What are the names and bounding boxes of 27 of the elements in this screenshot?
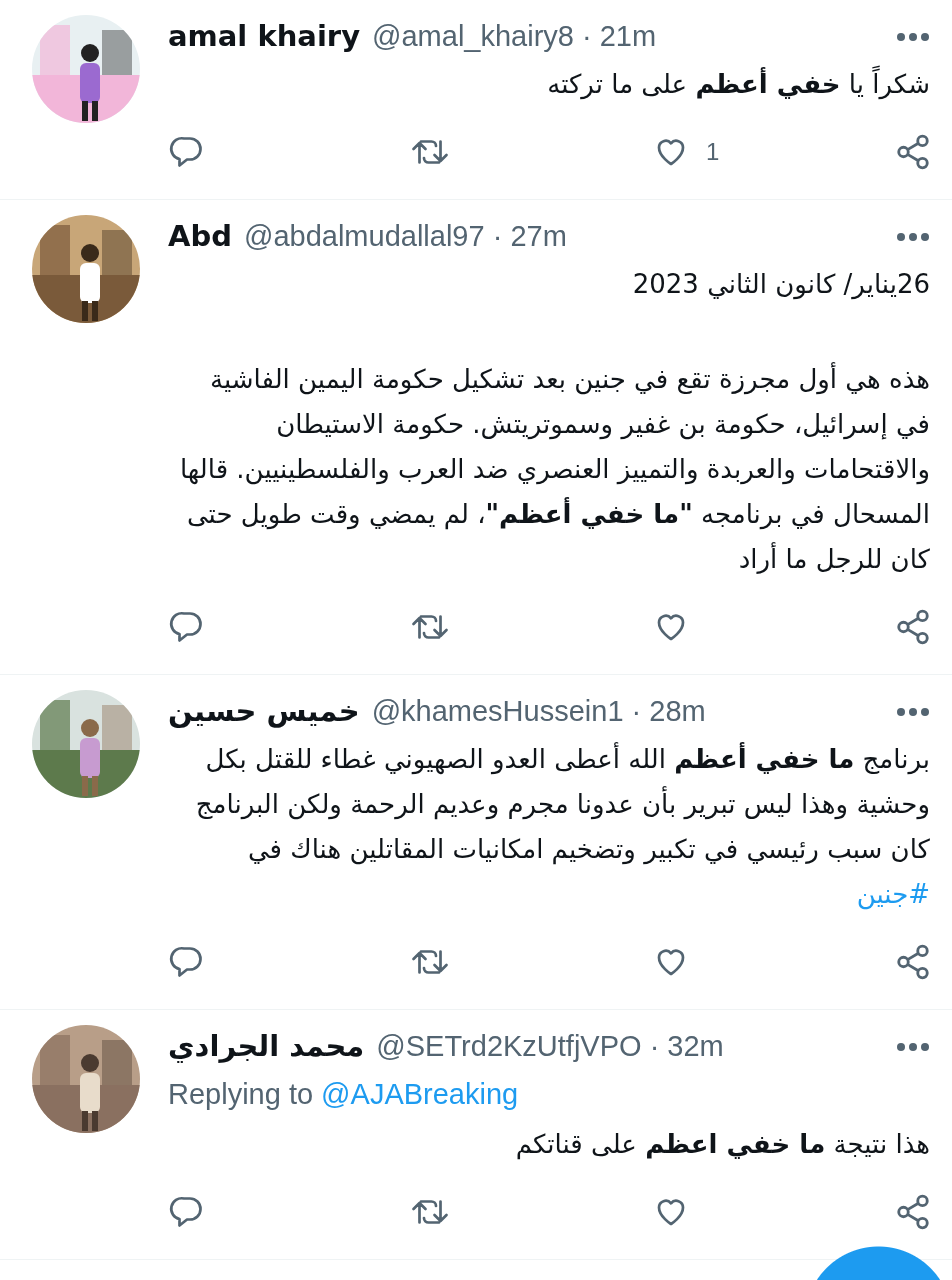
author-name[interactable]: محمد الجرادي	[168, 1025, 365, 1069]
share-icon	[894, 608, 932, 646]
author-name[interactable]: Abd	[168, 215, 232, 259]
share-icon	[894, 133, 932, 171]
tweet-text: هذا نتيجة ما خفي اعظم على قناتكم	[514, 1128, 930, 1162]
share-icon	[894, 1193, 932, 1231]
share-button[interactable]	[894, 943, 932, 981]
more-icon[interactable]	[896, 32, 930, 42]
like-button[interactable]: 1	[652, 134, 720, 170]
share-icon	[894, 943, 932, 981]
share-button[interactable]	[894, 1193, 932, 1231]
replying-label: Replying to	[168, 1078, 314, 1110]
handle-and-time: @khamesHussein1 · 28m	[371, 694, 706, 730]
share-button[interactable]	[894, 133, 932, 171]
tweet-text: 26يناير/ كانون الثاني 2023	[631, 268, 930, 302]
share-button[interactable]	[894, 608, 932, 646]
tweet-text: هذه هي أول مجرزة تقع في جنين بعد تشكيل حكومة اليمين الفاشية في إسرائيل، حكومة بن غفير وسموتريتش. حكومة الاستيطان والاقتحامات والعربدة والتمييز العنصري ضد العرب والفلسطينيين. قالها المسحال في برنامجه "ما خفي أعظم"، لم يمضي وقت طويل حتى كان للرجل ما أراد	[178, 361, 930, 577]
more-icon[interactable]	[896, 232, 930, 242]
handle-and-time: @SETrd2KzUtfjVPO · 32m	[376, 1029, 724, 1065]
author-name[interactable]: خميس حسين	[168, 690, 360, 734]
handle-and-time: @abdalmudallal97 · 27m	[243, 219, 567, 255]
tweet-text: برنامج ما خفي أعظم الله أعطى العدو الصهيوني غطاء للقتل بكل وحشية وهذا ليس تبرير بأن عدونا مجرم وعديم الرحمة ولكن البرنامج كان سبب رئيسي في تكبير وتضخيم امكانيات المقاتلين هناك في #جنين	[194, 741, 930, 912]
author-name[interactable]: amal khairy	[168, 15, 361, 59]
more-icon[interactable]	[896, 1042, 930, 1052]
tweet-text: شكراً يا خفي أعظم على ما تركته	[168, 62, 930, 107]
handle-and-time: @amal_khairy8 · 21m	[372, 19, 657, 55]
more-icon[interactable]	[896, 707, 930, 717]
